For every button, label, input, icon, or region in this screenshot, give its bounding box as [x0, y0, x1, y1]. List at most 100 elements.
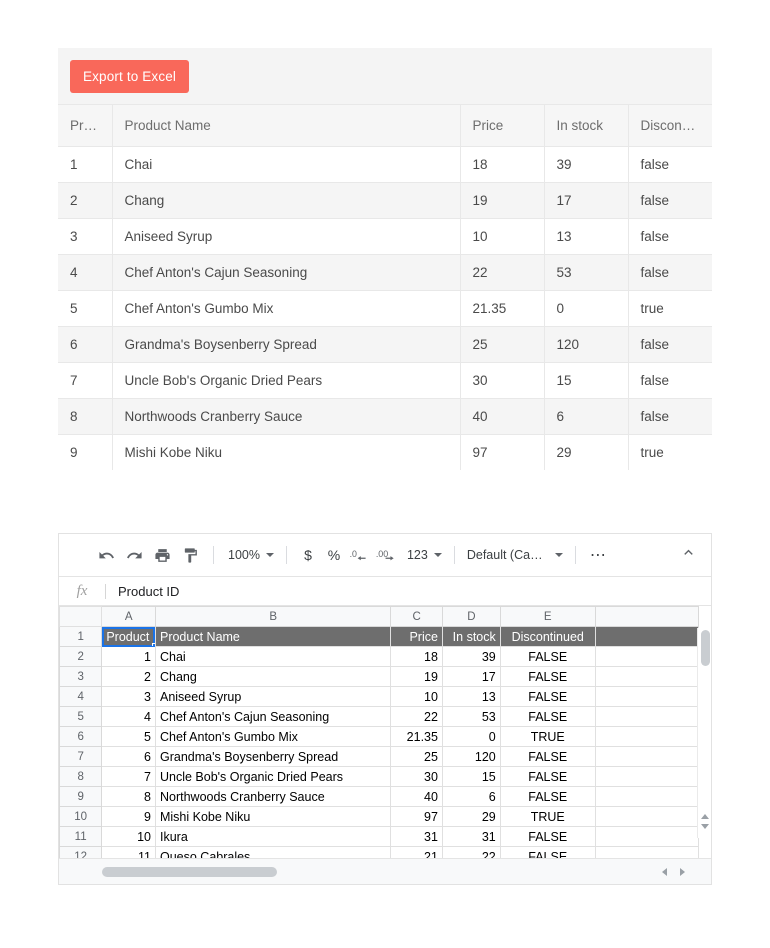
sheet-cell-e[interactable]: FALSE: [500, 787, 595, 807]
table-row[interactable]: 8Northwoods Cranberry Sauce406false: [58, 399, 712, 435]
column-header-product-name[interactable]: Product Name: [112, 105, 460, 147]
horizontal-scrollbar[interactable]: [100, 864, 655, 880]
export-to-excel-button[interactable]: Export to Excel: [70, 60, 189, 93]
sheet-cell-e[interactable]: FALSE: [500, 687, 595, 707]
sheet-row-8[interactable]: 87Uncle Bob's Organic Dried Pears3015FAL…: [60, 767, 699, 787]
sheet-row-3[interactable]: 32Chang1917FALSE: [60, 667, 699, 687]
increase-decimal-icon[interactable]: .00: [375, 542, 401, 568]
sheet-cell-b[interactable]: Northwoods Cranberry Sauce: [155, 787, 390, 807]
column-header-c[interactable]: C: [391, 607, 443, 627]
row-header-6[interactable]: 6: [60, 727, 102, 747]
sheet-cell-d[interactable]: 15: [442, 767, 500, 787]
sheet-row-9[interactable]: 98Northwoods Cranberry Sauce406FALSE: [60, 787, 699, 807]
sheet-cell-c[interactable]: 22: [391, 707, 443, 727]
sheet-cell-b[interactable]: Ikura: [155, 827, 390, 847]
table-row[interactable]: 4Chef Anton's Cajun Seasoning2253false: [58, 255, 712, 291]
fill-handle[interactable]: [152, 643, 156, 647]
row-header-9[interactable]: 9: [60, 787, 102, 807]
paint-format-icon[interactable]: [177, 542, 203, 568]
sheet-cell-e[interactable]: FALSE: [500, 707, 595, 727]
sheet-cell-d[interactable]: 53: [442, 707, 500, 727]
row-header-5[interactable]: 5: [60, 707, 102, 727]
sheet-cell-a[interactable]: 7: [102, 767, 156, 787]
print-icon[interactable]: [149, 542, 175, 568]
sheet-header-cell-b[interactable]: Product Name: [155, 627, 390, 647]
table-row[interactable]: 1Chai1839false: [58, 147, 712, 183]
sheet-cell-c[interactable]: 21.35: [391, 727, 443, 747]
sheet-row-7[interactable]: 76Grandma's Boysenberry Spread25120FALSE: [60, 747, 699, 767]
sheet-cell-b[interactable]: Chef Anton's Cajun Seasoning: [155, 707, 390, 727]
sheet-cell-e[interactable]: FALSE: [500, 827, 595, 847]
table-row[interactable]: 2Chang1917false: [58, 183, 712, 219]
select-all-corner[interactable]: [60, 607, 102, 627]
font-family-selector[interactable]: Default (Ca…: [463, 548, 567, 562]
sheet-row-5[interactable]: 54Chef Anton's Cajun Seasoning2253FALSE: [60, 707, 699, 727]
sheet-header-cell-c[interactable]: Price: [391, 627, 443, 647]
sheet-cell-a[interactable]: 6: [102, 747, 156, 767]
sheet-cell-c[interactable]: 18: [391, 647, 443, 667]
sheet-cell-a[interactable]: 3: [102, 687, 156, 707]
column-header-product-id[interactable]: Pr…: [58, 105, 112, 147]
row-header-7[interactable]: 7: [60, 747, 102, 767]
sheet-header-cell-d[interactable]: In stock: [442, 627, 500, 647]
column-header-a[interactable]: A: [102, 607, 156, 627]
column-header-price[interactable]: Price: [460, 105, 544, 147]
sheet-cell-c[interactable]: 25: [391, 747, 443, 767]
table-row[interactable]: 3Aniseed Syrup1013false: [58, 219, 712, 255]
sheet-cell-e[interactable]: TRUE: [500, 727, 595, 747]
vertical-scrollbar-thumb[interactable]: [701, 630, 710, 666]
number-format-selector[interactable]: 123: [403, 548, 446, 562]
sheet-cell-a[interactable]: 8: [102, 787, 156, 807]
sheet-cell-e[interactable]: FALSE: [500, 647, 595, 667]
sheet-cell-f[interactable]: [595, 667, 698, 687]
sheet-row-2[interactable]: 21Chai1839FALSE: [60, 647, 699, 667]
sheet-cell-b[interactable]: Uncle Bob's Organic Dried Pears: [155, 767, 390, 787]
sheet-cell-f[interactable]: [595, 787, 698, 807]
sheet-cell-f[interactable]: [595, 807, 698, 827]
currency-format-button[interactable]: $: [295, 547, 321, 563]
sheet-cell-c[interactable]: 30: [391, 767, 443, 787]
sheet-cell-b[interactable]: Chang: [155, 667, 390, 687]
sheet-cell-c[interactable]: 97: [391, 807, 443, 827]
sheet-cell-b[interactable]: Grandma's Boysenberry Spread: [155, 747, 390, 767]
sheet-cell-a[interactable]: 2: [102, 667, 156, 687]
sheet-cell-a[interactable]: 5: [102, 727, 156, 747]
sheet-cell-d[interactable]: 6: [442, 787, 500, 807]
sheet-cell-f[interactable]: [595, 767, 698, 787]
sheet-cell-b[interactable]: Chef Anton's Gumbo Mix: [155, 727, 390, 747]
sheet-row-10[interactable]: 109Mishi Kobe Niku9729TRUE: [60, 807, 699, 827]
sheet-row-1[interactable]: 1Product IDProduct NamePriceIn stockDisc…: [60, 627, 699, 647]
sheet-cell-a[interactable]: 1: [102, 647, 156, 667]
sheet-cell-f[interactable]: [595, 827, 698, 847]
sheet-cell-b[interactable]: Aniseed Syrup: [155, 687, 390, 707]
percent-format-button[interactable]: %: [321, 547, 347, 563]
formula-input[interactable]: Product ID: [106, 584, 711, 599]
table-row[interactable]: 5Chef Anton's Gumbo Mix21.350true: [58, 291, 712, 327]
sheet-cell-d[interactable]: 13: [442, 687, 500, 707]
column-header-in-stock[interactable]: In stock: [544, 105, 628, 147]
sheet-cell-f[interactable]: [595, 747, 698, 767]
column-header-d[interactable]: D: [442, 607, 500, 627]
sheet-cell-b[interactable]: Chai: [155, 647, 390, 667]
row-header-2[interactable]: 2: [60, 647, 102, 667]
scroll-down-icon[interactable]: [701, 824, 709, 829]
column-header-e[interactable]: E: [500, 607, 595, 627]
sheet-cell-e[interactable]: FALSE: [500, 747, 595, 767]
undo-icon[interactable]: [93, 542, 119, 568]
sheet-row-6[interactable]: 65Chef Anton's Gumbo Mix21.350TRUE: [60, 727, 699, 747]
sheet-cell-d[interactable]: 29: [442, 807, 500, 827]
redo-icon[interactable]: [121, 542, 147, 568]
sheet-cell-c[interactable]: 10: [391, 687, 443, 707]
sheet-cell-e[interactable]: FALSE: [500, 767, 595, 787]
decrease-decimal-icon[interactable]: .0: [347, 542, 373, 568]
table-row[interactable]: 6Grandma's Boysenberry Spread25120false: [58, 327, 712, 363]
sheet-cell-a[interactable]: 10: [102, 827, 156, 847]
selected-cell-a1[interactable]: Product ID: [102, 627, 156, 647]
row-header-10[interactable]: 10: [60, 807, 102, 827]
sheet-cell-f[interactable]: [595, 707, 698, 727]
table-row[interactable]: 7Uncle Bob's Organic Dried Pears3015fals…: [58, 363, 712, 399]
sheet-cell-d[interactable]: 17: [442, 667, 500, 687]
column-header-discontinued[interactable]: Discon…: [628, 105, 712, 147]
scroll-left-icon[interactable]: [655, 863, 673, 881]
sheet-cell-d[interactable]: 31: [442, 827, 500, 847]
